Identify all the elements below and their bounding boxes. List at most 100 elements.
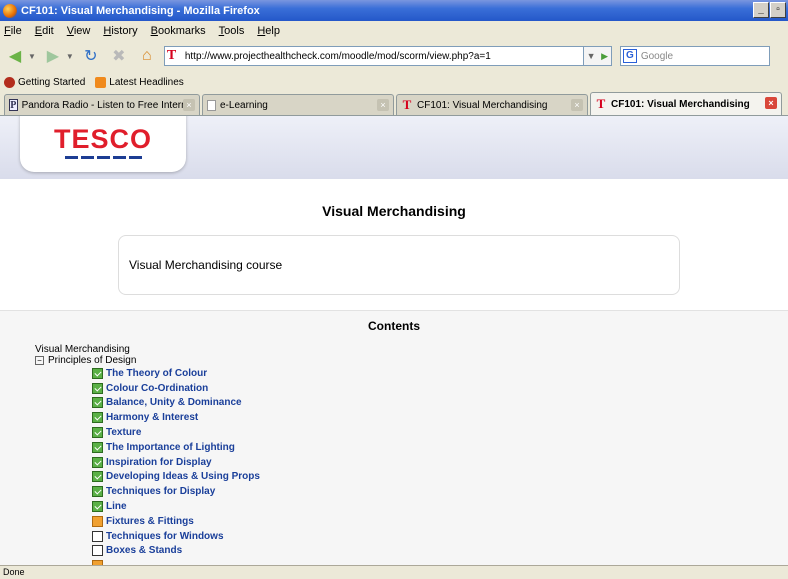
url-history-dropdown-icon[interactable]: ▼ bbox=[587, 51, 596, 61]
tesco-t-icon: T bbox=[402, 97, 412, 112]
toc-item-label[interactable]: Texture bbox=[106, 427, 141, 438]
toc-item-label[interactable]: Colour Co-Ordination bbox=[106, 383, 208, 394]
close-tab-icon[interactable]: × bbox=[571, 99, 583, 111]
page-title: Visual Merchandising bbox=[322, 203, 466, 219]
tesco-t-icon: T bbox=[596, 96, 606, 111]
back-arrow-icon[interactable]: ◀ bbox=[4, 45, 26, 67]
tab-visual-merchandising-active[interactable]: T CF101: Visual Merchandising × bbox=[590, 92, 782, 115]
tab-label: e-Learning bbox=[220, 99, 268, 111]
completed-status-icon bbox=[92, 441, 103, 453]
toc-item[interactable]: Fixtures & Fittings bbox=[92, 514, 260, 529]
tab-label: CF101: Visual Merchandising bbox=[417, 99, 548, 111]
rss-feed-icon bbox=[95, 76, 107, 88]
completed-status-icon bbox=[92, 382, 103, 394]
toc-item[interactable]: Line bbox=[92, 499, 260, 514]
maximize-button[interactable]: ▫ bbox=[770, 2, 786, 18]
tab-elearning[interactable]: e-Learning × bbox=[202, 94, 394, 115]
firefox-icon bbox=[3, 3, 17, 18]
toc-item-label[interactable]: Inspiration for Display bbox=[106, 457, 212, 468]
toc-item-label[interactable]: The Importance of Lighting bbox=[106, 442, 235, 453]
back-history-dropdown-icon[interactable]: ▼ bbox=[28, 52, 36, 61]
contents-panel: Contents Visual Merchandising − Principl… bbox=[0, 310, 788, 565]
toc-item[interactable] bbox=[92, 558, 260, 565]
course-summary: Visual Merchandising course bbox=[118, 235, 680, 295]
site-header: TESCO bbox=[0, 116, 788, 179]
tab-label: Pandora Radio - Listen to Free Intern... bbox=[21, 99, 195, 111]
summary-text: Visual Merchandising course bbox=[129, 258, 283, 272]
toc-item[interactable]: Techniques for Windows bbox=[92, 529, 260, 544]
completed-status-icon bbox=[92, 412, 103, 424]
notattempted-status-icon bbox=[92, 530, 103, 542]
tab-label: CF101: Visual Merchandising bbox=[611, 98, 750, 110]
bookmark-getting-started[interactable]: Getting Started bbox=[4, 76, 86, 88]
toc-item[interactable]: The Theory of Colour bbox=[92, 366, 260, 381]
toc-item[interactable]: Texture bbox=[92, 425, 260, 440]
google-search-engine-icon[interactable]: G bbox=[622, 49, 637, 63]
window-title: CF101: Visual Merchandising - Mozilla Fi… bbox=[21, 4, 260, 17]
menu-edit[interactable]: Edit bbox=[35, 25, 54, 37]
notattempted-status-icon bbox=[92, 545, 103, 557]
menu-history[interactable]: History bbox=[103, 25, 137, 37]
toc-item[interactable]: Techniques for Display bbox=[92, 484, 260, 499]
reload-icon[interactable]: ↻ bbox=[80, 45, 102, 67]
menu-bookmarks[interactable]: Bookmarks bbox=[151, 25, 206, 37]
go-arrow-icon[interactable]: ▶ bbox=[601, 51, 608, 62]
toc-item-list: The Theory of Colour Colour Co-Ordination… bbox=[92, 366, 260, 565]
toc-item[interactable]: Colour Co-Ordination bbox=[92, 381, 260, 396]
toc-root: Visual Merchandising bbox=[35, 344, 130, 355]
pandora-icon: P bbox=[9, 99, 18, 111]
toc-item-label[interactable]: The Theory of Colour bbox=[106, 368, 207, 379]
toc-section: − Principles of Design bbox=[35, 355, 260, 366]
window-titlebar: CF101: Visual Merchandising - Mozilla Fi… bbox=[0, 0, 788, 21]
url-text[interactable]: http://www.projecthealthcheck.com/moodle… bbox=[185, 51, 491, 62]
menu-file[interactable]: File bbox=[4, 25, 22, 37]
url-bar[interactable]: T http://www.projecthealthcheck.com/mood… bbox=[163, 46, 584, 66]
toc-item[interactable]: Harmony & Interest bbox=[92, 410, 260, 425]
toc-item-label[interactable]: Line bbox=[106, 501, 127, 512]
completed-status-icon bbox=[92, 397, 103, 409]
toc-item-label[interactable]: Balance, Unity & Dominance bbox=[106, 397, 242, 408]
logo-stripes bbox=[64, 155, 142, 159]
minimize-button[interactable]: _ bbox=[753, 2, 769, 18]
close-tab-icon[interactable]: × bbox=[183, 99, 195, 111]
toc-item-label[interactable]: Boxes & Stands bbox=[106, 545, 182, 556]
home-icon[interactable]: ⌂ bbox=[136, 45, 158, 67]
tab-pandora[interactable]: P Pandora Radio - Listen to Free Intern.… bbox=[4, 94, 200, 115]
search-bar[interactable]: G Google bbox=[619, 46, 770, 66]
tab-visual-merchandising[interactable]: T CF101: Visual Merchandising × bbox=[396, 94, 588, 115]
search-placeholder: Google bbox=[640, 50, 674, 62]
bookmark-latest-headlines[interactable]: Latest Headlines bbox=[95, 76, 184, 88]
toc-item[interactable]: Balance, Unity & Dominance bbox=[92, 396, 260, 411]
getting-started-icon bbox=[4, 76, 15, 88]
completed-status-icon bbox=[92, 486, 103, 498]
toc-item-label[interactable]: Fixtures & Fittings bbox=[106, 516, 194, 527]
toc-item[interactable]: Boxes & Stands bbox=[92, 544, 260, 559]
table-of-contents: Visual Merchandising − Principles of Des… bbox=[35, 345, 260, 565]
toc-item[interactable]: Developing Ideas & Using Props bbox=[92, 470, 260, 485]
close-tab-icon[interactable]: × bbox=[377, 99, 389, 111]
logo-text: TESCO bbox=[53, 123, 152, 154]
toc-item[interactable]: Inspiration for Display bbox=[92, 455, 260, 470]
bookmarks-toolbar: Getting Started Latest Headlines bbox=[0, 72, 788, 92]
menu-tools[interactable]: Tools bbox=[219, 25, 245, 37]
toc-item-label[interactable]: Techniques for Windows bbox=[106, 531, 224, 542]
page-content: TESCO Visual Merchandising Visual Mercha… bbox=[0, 116, 788, 565]
menu-bar: File Edit View History Bookmarks Tools H… bbox=[0, 21, 788, 40]
window-controls: _ ▫ bbox=[753, 2, 786, 18]
toc-item[interactable]: The Importance of Lighting bbox=[92, 440, 260, 455]
status-text: Done bbox=[3, 567, 25, 577]
contents-heading: Contents bbox=[368, 319, 420, 333]
toc-item-label[interactable]: Developing Ideas & Using Props bbox=[106, 471, 260, 482]
tesco-logo[interactable]: TESCO bbox=[20, 116, 186, 172]
forward-history-dropdown-icon[interactable]: ▼ bbox=[66, 52, 74, 61]
collapse-icon[interactable]: − bbox=[35, 356, 44, 365]
stop-icon[interactable]: ✖ bbox=[108, 45, 130, 67]
bookmark-label: Getting Started bbox=[18, 76, 86, 88]
menu-view[interactable]: View bbox=[67, 25, 91, 37]
menu-help[interactable]: Help bbox=[257, 25, 280, 37]
toc-section-label: Principles of Design bbox=[48, 355, 137, 366]
forward-arrow-icon[interactable]: ▶ bbox=[42, 45, 64, 67]
toc-item-label[interactable]: Harmony & Interest bbox=[106, 412, 198, 423]
close-tab-icon[interactable]: × bbox=[765, 97, 777, 109]
toc-item-label[interactable]: Techniques for Display bbox=[106, 486, 215, 497]
